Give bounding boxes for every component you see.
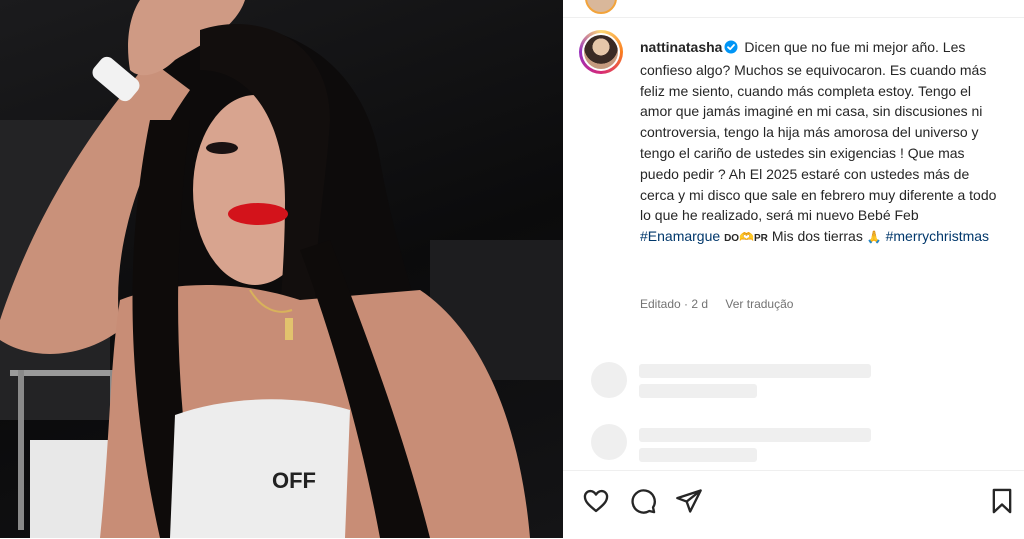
share-icon[interactable] xyxy=(675,487,703,515)
header-avatar[interactable] xyxy=(585,0,617,14)
comment-skeleton-line xyxy=(639,448,757,462)
avatar-image xyxy=(584,35,618,69)
bookmark-icon[interactable] xyxy=(988,487,1016,515)
shirt-text: OFF xyxy=(272,468,316,493)
comment-skeleton-avatar xyxy=(591,424,627,460)
post-caption: nattinatasha Dicen que no fue mi mejor a… xyxy=(640,37,1000,250)
post-action-bar xyxy=(563,470,1024,539)
comment-skeleton-line xyxy=(639,428,871,442)
caption-text-2: Mis dos tierras xyxy=(771,228,863,245)
comment-skeleton-avatar xyxy=(591,362,627,398)
edited-timestamp[interactable]: Editado · 2 d xyxy=(640,297,708,311)
heart-icon[interactable] xyxy=(582,487,610,515)
photo-illustration: OFF xyxy=(0,0,563,538)
comment-skeleton-line xyxy=(639,384,757,398)
post-photo[interactable]: OFF xyxy=(0,0,563,538)
flag-pr-label: PR xyxy=(754,233,768,245)
see-translation-link[interactable]: Ver tradução xyxy=(725,297,793,311)
caption-avatar[interactable] xyxy=(579,30,623,74)
heart-hands-emoji-icon: 🫶 xyxy=(739,230,755,245)
header-edge xyxy=(563,0,1024,18)
comment-skeleton-line xyxy=(639,364,871,378)
hashtag-link-2[interactable]: #merrychristmas xyxy=(886,228,989,244)
caption-username[interactable]: nattinatasha xyxy=(640,39,722,55)
flag-do-label: DO xyxy=(724,233,740,245)
hashtag-link[interactable]: #Enamargue xyxy=(640,228,720,244)
verified-badge-icon xyxy=(724,39,738,60)
comment-icon[interactable] xyxy=(629,487,657,515)
caption-meta: Editado · 2 d Ver tradução xyxy=(640,297,793,311)
post-side-panel: nattinatasha Dicen que no fue mi mejor a… xyxy=(563,0,1024,538)
caption-text: Dicen que no fue mi mejor año. Les confi… xyxy=(640,39,997,224)
praying-hands-emoji-icon: 🙏 xyxy=(866,230,882,245)
